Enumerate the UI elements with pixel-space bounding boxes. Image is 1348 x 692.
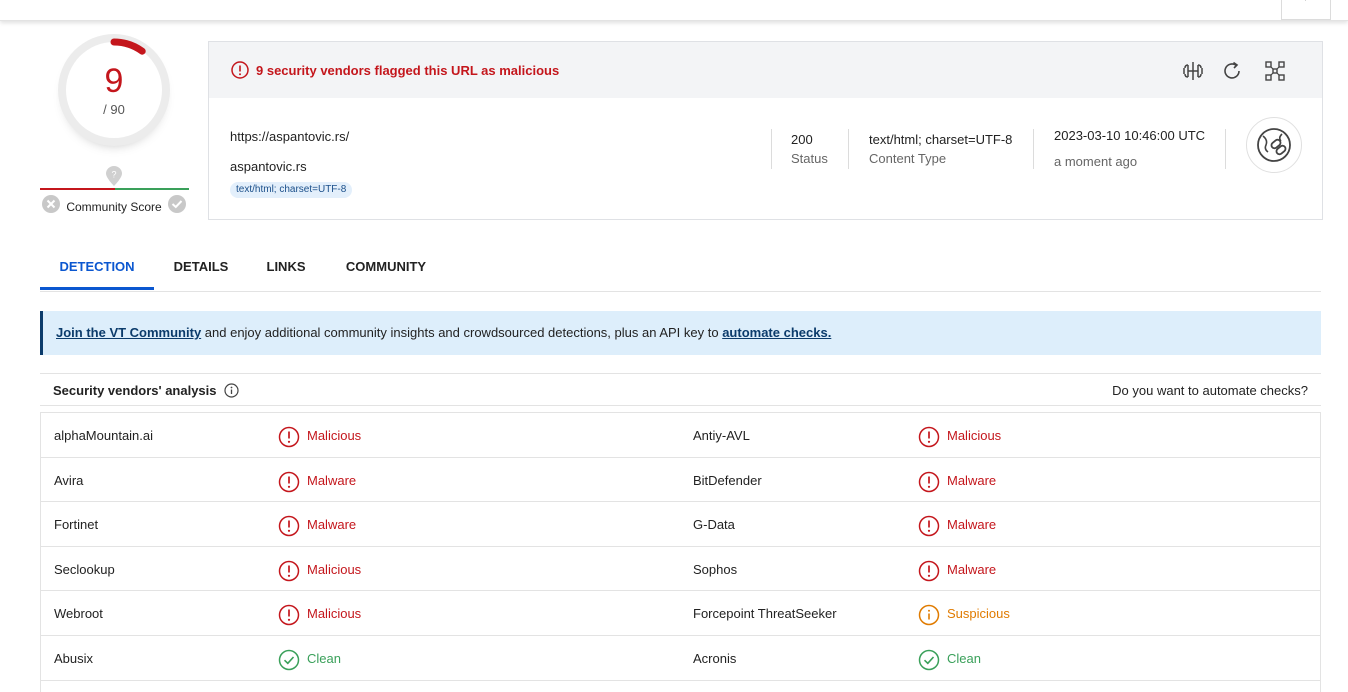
malicious-alert-icon bbox=[918, 515, 940, 537]
vendor-name: G-Data bbox=[693, 517, 735, 533]
vendor-result-label: Malicious bbox=[307, 606, 362, 622]
svg-text:?: ? bbox=[111, 170, 116, 180]
vendor-row: alphaMountain.ai Malicious Antiy-AVL Malici… bbox=[41, 413, 1320, 458]
compare-icon[interactable] bbox=[1181, 59, 1205, 83]
content-type-tag[interactable]: text/html; charset=UTF-8 bbox=[230, 182, 353, 198]
search-icon bbox=[1305, 0, 1307, 1]
clean-check-icon bbox=[278, 649, 300, 671]
malicious-alert-icon bbox=[918, 471, 940, 492]
tab-details[interactable]: DETAILS bbox=[162, 245, 240, 290]
community-score-bar bbox=[40, 188, 189, 190]
vendor-name: Antiy-AVL bbox=[693, 428, 750, 443]
suspicious-info-icon bbox=[918, 605, 940, 626]
tab-detection[interactable]: DETECTION bbox=[40, 245, 154, 290]
vote-harmless-up-icon[interactable] bbox=[167, 194, 187, 214]
tab-links[interactable]: LINKS bbox=[256, 245, 316, 290]
graph-icon[interactable] bbox=[1263, 59, 1287, 83]
vendor-name: Webroot bbox=[54, 606, 103, 622]
vendor-name: Abusix bbox=[54, 650, 94, 666]
divider bbox=[848, 129, 849, 169]
vendor-results-table: alphaMountain.ai Malicious Antiy-AVL Malici… bbox=[40, 412, 1321, 692]
url-summary-panel: 9 security vendors flagged this URL as m… bbox=[208, 41, 1323, 220]
detection-total: / 90 bbox=[103, 102, 125, 117]
divider bbox=[771, 129, 772, 169]
vendor-result-label: Malware bbox=[947, 517, 997, 533]
community-score-unknown-icon: ? bbox=[106, 166, 122, 186]
info-icon[interactable] bbox=[224, 383, 239, 398]
vendor-result-label: Malware bbox=[947, 472, 997, 488]
malicious-alert-icon bbox=[278, 515, 300, 537]
tab-community[interactable]: COMMUNITY bbox=[334, 245, 438, 290]
vendor-result-label: Clean bbox=[947, 650, 981, 666]
vendor-result-label: Malicious bbox=[307, 428, 362, 443]
analysis-date: 2023-03-10 10:46:00 UTC bbox=[1054, 128, 1206, 143]
url-type-badge bbox=[1246, 117, 1302, 173]
vendor-name: alphaMountain.ai bbox=[54, 428, 154, 443]
automate-checks-link[interactable]: automate checks. bbox=[722, 325, 831, 340]
vendor-result-label: Clean bbox=[307, 650, 341, 666]
vendor-name: Forcepoint ThreatSeeker bbox=[693, 606, 837, 622]
vendor-name: Sophos bbox=[693, 561, 738, 577]
community-banner: Join the VT Community and enjoy addition… bbox=[40, 311, 1321, 355]
vendor-name: Acronis bbox=[693, 650, 737, 666]
vendor-result-label: Malicious bbox=[947, 428, 1002, 443]
malicious-alert-icon bbox=[278, 471, 300, 492]
alert-icon bbox=[231, 61, 249, 79]
join-community-link[interactable]: Join the VT Community bbox=[56, 325, 201, 340]
status-value: 200 bbox=[791, 132, 813, 147]
alert-message: 9 security vendors flagged this URL as m… bbox=[256, 63, 560, 78]
vendor-row: Avira Malware BitDefender Malware bbox=[41, 458, 1320, 503]
globe-link-icon bbox=[1257, 128, 1291, 162]
vendor-result-label: Malware bbox=[947, 561, 997, 577]
vendor-result-label: Malicious bbox=[307, 561, 362, 577]
reanalyze-icon[interactable] bbox=[1220, 59, 1244, 83]
status-label: Status bbox=[791, 151, 828, 166]
divider bbox=[1225, 129, 1226, 169]
clean-check-icon bbox=[918, 649, 940, 671]
content-type-value: text/html; charset=UTF-8 bbox=[869, 132, 1013, 147]
alert-header: 9 security vendors flagged this URL as m… bbox=[209, 42, 1322, 98]
vendor-name: Seclookup bbox=[54, 561, 115, 577]
vendor-row: Webroot Malicious Forcepoint ThreatSeeker S… bbox=[41, 591, 1320, 636]
vendor-name: Fortinet bbox=[54, 517, 99, 533]
detection-count: 9 bbox=[104, 62, 124, 100]
divider bbox=[1033, 129, 1034, 169]
vendor-result-label: Malware bbox=[307, 517, 357, 533]
vendor-result-label: Suspicious bbox=[947, 606, 1010, 622]
vendor-name: Avira bbox=[54, 472, 84, 488]
top-bar bbox=[0, 0, 1348, 21]
vendor-name: BitDefender bbox=[693, 472, 762, 488]
search-button[interactable] bbox=[1281, 0, 1331, 20]
malicious-alert-icon bbox=[918, 560, 940, 582]
malicious-alert-icon bbox=[278, 605, 300, 626]
malicious-alert-icon bbox=[278, 560, 300, 582]
vendor-result-label: Malware bbox=[307, 472, 357, 488]
vendor-row: Fortinet Malware G-Data Malware bbox=[41, 502, 1320, 547]
banner-text: and enjoy additional community insights … bbox=[201, 325, 723, 340]
content-type-label: Content Type bbox=[869, 151, 947, 166]
vendor-row: Abusix Clean Acronis Clean bbox=[41, 636, 1320, 681]
malicious-alert-icon bbox=[278, 426, 300, 448]
domain-link[interactable]: aspantovic.rs bbox=[230, 159, 307, 174]
automate-checks-link[interactable]: Do you want to automate checks? bbox=[1112, 383, 1308, 398]
vendor-row: Seclookup Malicious Sophos Malware bbox=[41, 547, 1320, 592]
detail-tabs: DETECTION DETAILS LINKS COMMUNITY bbox=[40, 245, 1321, 292]
scanned-url: https://aspantovic.rs/ bbox=[230, 129, 350, 144]
community-score-label: Community Score bbox=[66, 200, 162, 214]
analysis-relative-time: a moment ago bbox=[1054, 154, 1138, 169]
malicious-alert-icon bbox=[918, 426, 940, 448]
analysis-title: Security vendors' analysis bbox=[53, 383, 217, 398]
analysis-header: Security vendors' analysis Do you want t… bbox=[40, 373, 1321, 406]
